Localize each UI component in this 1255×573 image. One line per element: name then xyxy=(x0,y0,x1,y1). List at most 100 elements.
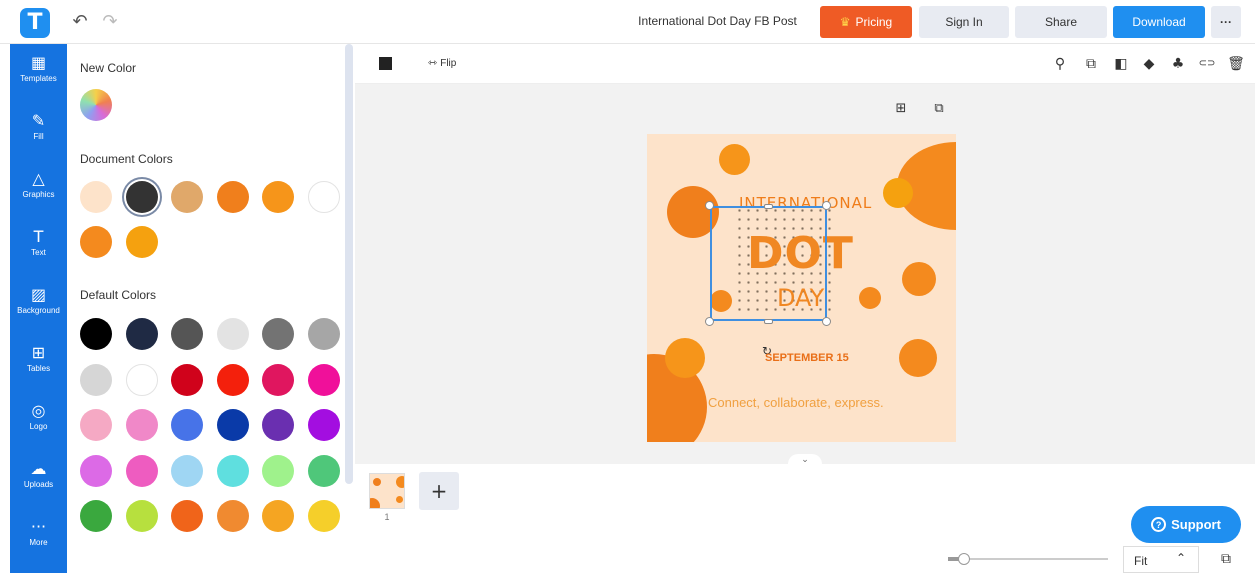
document-color-swatch[interactable] xyxy=(125,226,158,258)
layer-order-icon[interactable]: ◧ xyxy=(1111,54,1131,74)
nav-item-graphics[interactable]: △ Graphics xyxy=(10,164,67,216)
default-color-swatch[interactable] xyxy=(125,500,158,532)
copy-page-icon[interactable]: ⧉ xyxy=(930,100,948,118)
help-icon: ? xyxy=(1151,517,1167,532)
default-color-swatch[interactable] xyxy=(216,500,249,532)
thumb-dot xyxy=(396,496,403,503)
trash-icon[interactable]: 🗑 xyxy=(1226,54,1246,74)
default-color-swatch[interactable] xyxy=(262,363,294,396)
nav-item-more[interactable]: ··· More xyxy=(10,512,67,564)
default-color-swatch[interactable] xyxy=(171,363,203,396)
nav-label: Templates xyxy=(20,74,57,83)
default-color-swatch[interactable] xyxy=(307,318,340,350)
decor-dot xyxy=(899,339,937,377)
share-button[interactable]: Share xyxy=(1015,6,1107,38)
selection-box[interactable] xyxy=(710,206,827,321)
document-color-swatch[interactable] xyxy=(125,181,158,213)
nav-item-uploads[interactable]: ☁ Uploads xyxy=(10,454,67,506)
fill-color-swatch[interactable] xyxy=(379,57,392,70)
default-color-swatch[interactable] xyxy=(171,500,203,532)
download-button[interactable]: Download xyxy=(1113,6,1205,38)
panel-scrollbar[interactable] xyxy=(345,44,353,484)
document-color-swatch[interactable] xyxy=(262,181,294,213)
default-color-swatch[interactable] xyxy=(125,409,158,441)
resize-handle[interactable] xyxy=(705,201,714,210)
document-color-swatch[interactable] xyxy=(80,181,112,213)
default-color-swatch[interactable] xyxy=(125,363,158,396)
default-color-swatch[interactable] xyxy=(80,409,112,441)
color-panel: New Color Document Colors Default Colors xyxy=(67,44,345,573)
nav-label: Graphics xyxy=(22,190,55,199)
nav-item-background[interactable]: ▨ Background xyxy=(10,280,67,332)
nav-label: Tables xyxy=(26,364,51,373)
default-color-swatch[interactable] xyxy=(216,318,249,350)
resize-handle[interactable] xyxy=(764,319,773,324)
align-icon[interactable]: ♣ xyxy=(1168,54,1188,74)
more-options-button[interactable]: ··· xyxy=(1211,6,1241,38)
format-painter-icon[interactable]: ⚲ xyxy=(1050,54,1070,74)
pricing-button[interactable]: ♛ Pricing xyxy=(820,6,912,38)
design-text-date[interactable]: SEPTEMBER 15 xyxy=(765,352,849,364)
link-icon[interactable]: ⊂⊃ xyxy=(1197,54,1217,74)
zoom-slider-track[interactable] xyxy=(948,558,1108,560)
chevron-down-icon[interactable]: ⌄ xyxy=(788,454,822,466)
nav-item-fill[interactable]: ✎ Fill xyxy=(10,106,67,158)
crown-icon: ♛ xyxy=(839,15,851,29)
default-color-swatch[interactable] xyxy=(307,409,340,441)
document-title[interactable]: International Dot Day FB Post xyxy=(600,14,835,28)
uploads-icon: ☁ xyxy=(30,459,47,478)
default-color-swatch[interactable] xyxy=(125,454,158,487)
default-color-swatch[interactable] xyxy=(307,500,340,532)
nav-item-templates[interactable]: ▦ Templates xyxy=(10,48,67,100)
document-color-swatch[interactable] xyxy=(80,226,112,258)
zoom-slider-handle[interactable] xyxy=(958,553,970,565)
document-color-swatch[interactable] xyxy=(216,181,249,213)
resize-handle[interactable] xyxy=(705,317,714,326)
nav-item-text[interactable]: T Text xyxy=(10,222,67,274)
app-logo[interactable]: T xyxy=(20,8,50,38)
sign-in-button[interactable]: Sign In xyxy=(919,6,1009,38)
design-text-tagline[interactable]: Connect, collaborate, express. xyxy=(708,395,884,410)
default-color-swatch[interactable] xyxy=(307,363,340,396)
nav-item-tables[interactable]: ⊞ Tables xyxy=(10,338,67,390)
default-color-swatch[interactable] xyxy=(80,318,112,350)
support-button[interactable]: ? Support xyxy=(1131,506,1241,543)
default-color-swatch[interactable] xyxy=(216,363,249,396)
default-color-swatch[interactable] xyxy=(262,500,294,532)
pricing-label: Pricing xyxy=(855,15,893,29)
default-color-swatch[interactable] xyxy=(125,318,158,350)
resize-handle[interactable] xyxy=(822,201,831,210)
default-color-swatch[interactable] xyxy=(262,318,294,350)
nav-label: Uploads xyxy=(23,480,54,489)
nav-label: Background xyxy=(17,306,60,315)
opacity-icon[interactable]: ◆ xyxy=(1139,54,1159,74)
new-color-picker[interactable] xyxy=(80,89,112,121)
default-color-swatch[interactable] xyxy=(262,454,294,487)
add-page-icon[interactable]: ⊞ xyxy=(892,100,910,118)
default-color-swatch[interactable] xyxy=(307,454,340,487)
default-color-swatch[interactable] xyxy=(216,454,249,487)
default-color-swatch[interactable] xyxy=(216,409,249,441)
page-thumbnail[interactable] xyxy=(369,473,405,509)
resize-handle[interactable] xyxy=(764,204,773,209)
zoom-select[interactable]: Fit ⌃ xyxy=(1123,546,1199,573)
undo-icon[interactable]: ↶ xyxy=(68,10,92,34)
page-manager-icon[interactable]: ⧉ xyxy=(1215,548,1237,570)
nav-item-logo[interactable]: ◎ Logo xyxy=(10,396,67,448)
default-color-swatch[interactable] xyxy=(80,454,112,487)
document-color-swatch[interactable] xyxy=(171,181,203,213)
default-color-swatch[interactable] xyxy=(171,409,203,441)
default-color-swatch[interactable] xyxy=(262,409,294,441)
design-canvas[interactable]: INTERNATIONAL DOT DAY ↻ SEPTEMBER 15 Con… xyxy=(647,134,956,442)
duplicate-icon[interactable]: ⧉ xyxy=(1081,54,1101,74)
default-color-swatch[interactable] xyxy=(171,318,203,350)
default-color-swatch[interactable] xyxy=(80,363,112,396)
default-color-swatch[interactable] xyxy=(80,500,112,532)
document-color-swatch[interactable] xyxy=(307,181,340,213)
resize-handle[interactable] xyxy=(822,317,831,326)
default-color-swatch[interactable] xyxy=(171,454,203,487)
flip-button[interactable]: ⇿ Flip xyxy=(428,56,456,69)
redo-icon[interactable]: ↷ xyxy=(98,10,122,34)
tables-icon: ⊞ xyxy=(31,343,46,362)
add-page-button[interactable]: + xyxy=(419,472,459,510)
